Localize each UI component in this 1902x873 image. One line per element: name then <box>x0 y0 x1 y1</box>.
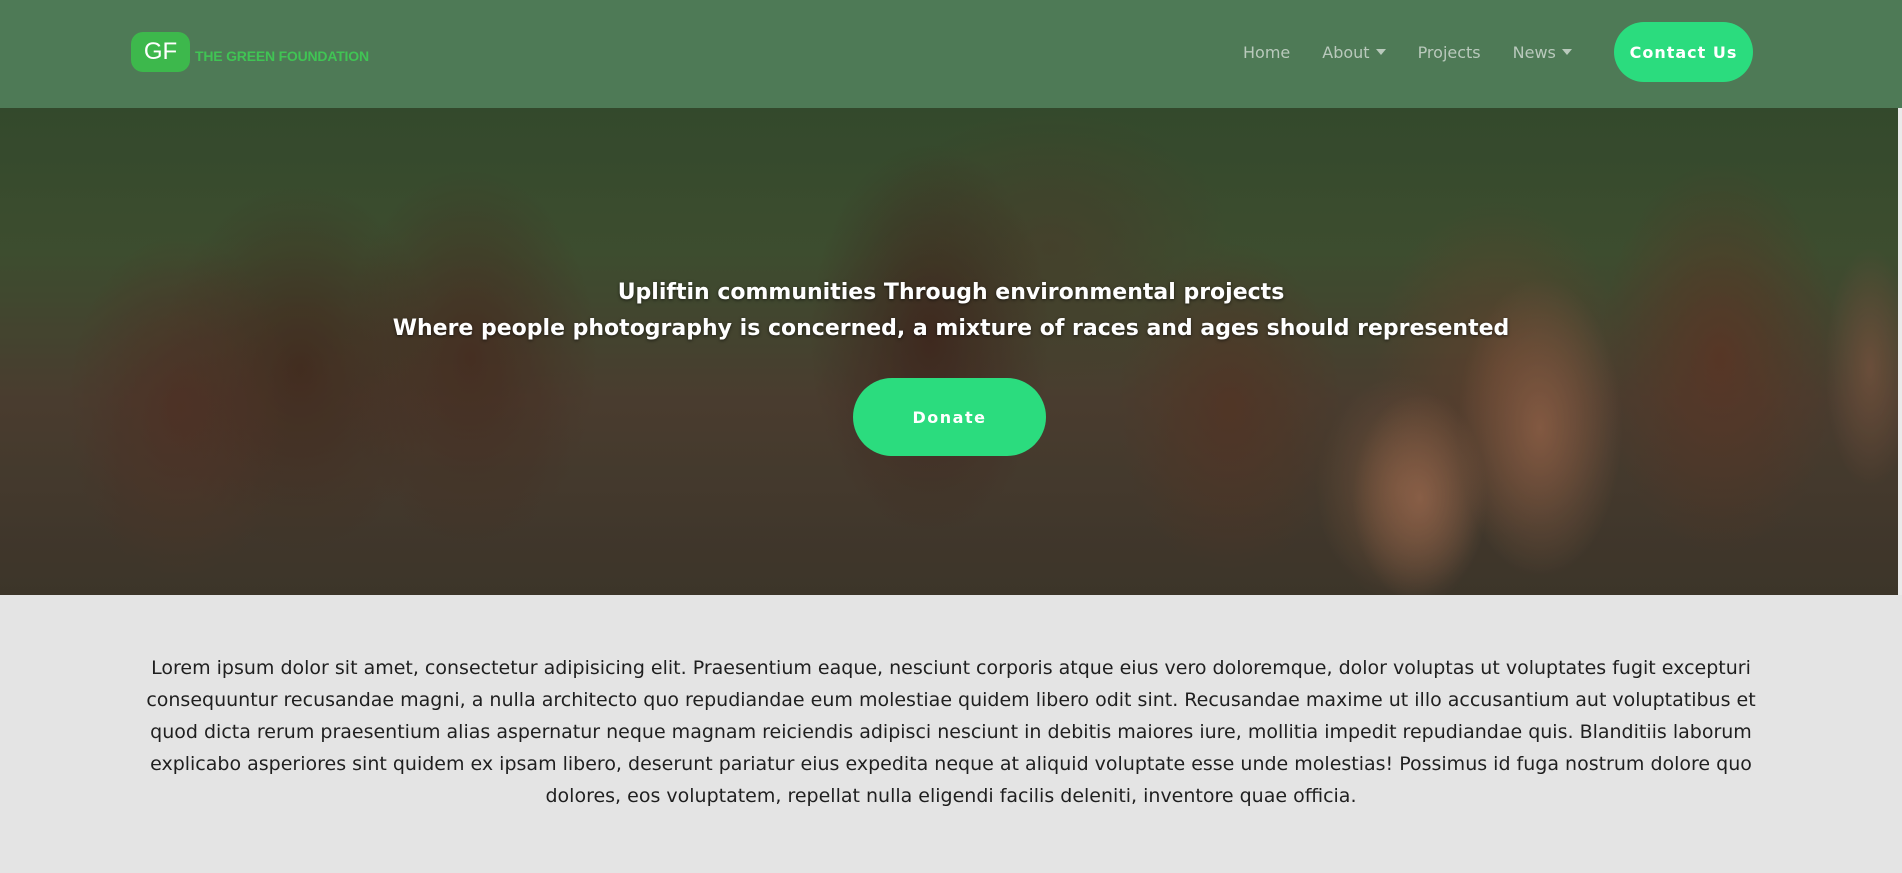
nav-link-label: Home <box>1243 42 1291 62</box>
nav-link-label: About <box>1322 42 1370 62</box>
nav-link-label: Projects <box>1417 42 1481 62</box>
nav-link-home[interactable]: Home <box>1243 43 1290 62</box>
site-logo[interactable]: GF THE GREEN FOUNDATION <box>131 32 385 72</box>
nav-link-about[interactable]: About <box>1322 42 1386 62</box>
hero-subheading: Where people photography is concerned, a… <box>392 316 1510 341</box>
hero-overlay <box>0 108 1902 595</box>
logo-badge: GF <box>131 32 190 72</box>
hero-heading: Upliftin communities Through environment… <box>617 280 1285 305</box>
intro-paragraph: Lorem ipsum dolor sit amet, consectetur … <box>146 657 1756 807</box>
contact-us-button[interactable]: Contact Us <box>1614 22 1753 82</box>
caret-down-icon <box>1561 49 1572 55</box>
caret-down-icon <box>1375 49 1386 55</box>
main-nav: Home About Projects News <box>1243 0 1604 104</box>
nav-link-projects[interactable]: Projects <box>1418 43 1481 62</box>
logo-text: THE GREEN FOUNDATION <box>195 48 369 64</box>
intro-section: Lorem ipsum dolor sit amet, consectetur … <box>131 652 1771 812</box>
donate-button[interactable]: Donate <box>853 378 1046 456</box>
scrollbar[interactable] <box>1898 108 1902 595</box>
nav-link-news[interactable]: News <box>1513 43 1572 62</box>
nav-link-label: News <box>1512 42 1556 62</box>
hero-banner: Upliftin communities Through environment… <box>0 108 1902 595</box>
navbar: GF THE GREEN FOUNDATION Home About Proje… <box>0 0 1902 108</box>
